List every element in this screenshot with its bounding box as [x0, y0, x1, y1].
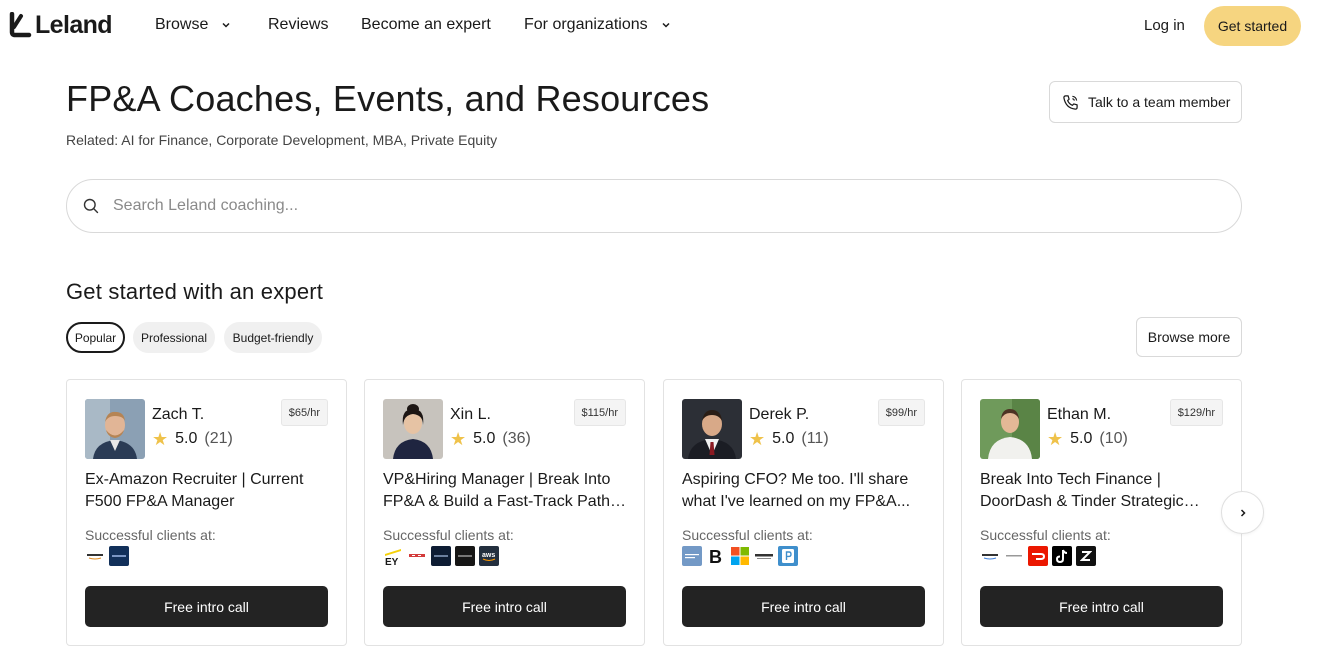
tiktok-logo [1052, 546, 1072, 566]
nav-become-expert-label: Become an expert [361, 16, 491, 33]
search-bar[interactable] [66, 179, 1242, 233]
client-logos: B [682, 546, 798, 566]
client-logos [85, 546, 129, 566]
page-title: FP&A Coaches, Events, and Resources [66, 78, 710, 119]
z-logo [1076, 546, 1096, 566]
chevron-down-icon [662, 22, 670, 28]
client-logos [980, 546, 1096, 566]
search-icon [83, 198, 99, 214]
rating: ★ 5.0 (36) [450, 430, 531, 448]
related-topics: Related: AI for Finance, Corporate Devel… [66, 132, 498, 148]
clients-label: Successful clients at: [682, 527, 813, 543]
expert-name[interactable]: Derek P. [749, 406, 809, 424]
microsoft-logo [730, 546, 750, 566]
chip-popular[interactable]: Popular [66, 322, 125, 353]
talk-to-team-label: Talk to a team member [1088, 94, 1231, 110]
nav-browse[interactable]: Browse [155, 16, 231, 34]
free-intro-call-button[interactable]: Free intro call [980, 586, 1223, 627]
rating-value: 5.0 [175, 430, 198, 447]
nav-for-organizations[interactable]: For organizations [524, 16, 671, 34]
phone-icon [1063, 94, 1078, 110]
chip-budget-friendly[interactable]: Budget-friendly [224, 322, 322, 353]
expert-name[interactable]: Ethan M. [1047, 406, 1111, 424]
carousel-next-button[interactable] [1221, 491, 1264, 534]
rating-value: 5.0 [1070, 430, 1093, 447]
chevron-down-icon [222, 22, 230, 28]
get-started-button[interactable]: Get started [1204, 6, 1301, 46]
star-icon: ★ [152, 429, 169, 449]
aws-logo: aws [479, 546, 499, 566]
doordash-logo [1028, 546, 1048, 566]
browse-more-button[interactable]: Browse more [1136, 317, 1242, 357]
zions-logo [754, 546, 774, 566]
rating: ★ 5.0 (21) [152, 430, 233, 448]
expert-headline: Aspiring CFO? Me too. I'll share what I'… [682, 471, 911, 510]
grey-company-logo [1004, 546, 1024, 566]
rating-value: 5.0 [473, 430, 496, 447]
navy-company-logo [109, 546, 129, 566]
chip-professional[interactable]: Professional [133, 322, 215, 353]
nav-for-organizations-label: For organizations [524, 16, 648, 33]
free-intro-call-button[interactable]: Free intro call [383, 586, 626, 627]
login-link[interactable]: Log in [1144, 17, 1185, 34]
client-logos: EY aws [383, 546, 499, 566]
avatar [85, 399, 145, 459]
svg-text:aws: aws [482, 552, 495, 559]
avatar [980, 399, 1040, 459]
svg-text:EY: EY [385, 557, 399, 566]
leland-logo[interactable]: Leland [8, 11, 113, 39]
amazon-logo [980, 546, 1000, 566]
expert-card[interactable]: Derek P. ★ 5.0 (11) $99/hr Aspiring CFO?… [663, 379, 944, 646]
b-logo: B [706, 546, 726, 566]
svg-text:B: B [709, 547, 722, 566]
star-icon: ★ [749, 429, 766, 449]
ey-logo: EY [383, 546, 403, 566]
top-nav: Leland Browse Reviews Become an expert F… [0, 0, 1320, 52]
expert-card[interactable]: Zach T. ★ 5.0 (21) $65/hr Ex-Amazon Recr… [66, 379, 347, 646]
dark-company-logo [455, 546, 475, 566]
rating: ★ 5.0 (10) [1047, 430, 1128, 448]
price-badge: $65/hr [280, 399, 328, 426]
review-count: (36) [502, 430, 531, 447]
red-company-logo [407, 546, 427, 566]
price-badge: $129/hr [1169, 399, 1223, 426]
amazon-logo [85, 546, 105, 566]
rating: ★ 5.0 (11) [749, 430, 829, 448]
expert-headline: Break Into Tech Finance | DoorDash & Tin… [980, 471, 1184, 510]
nav-reviews-label: Reviews [268, 16, 329, 33]
star-icon: ★ [450, 429, 467, 449]
expert-name[interactable]: Zach T. [152, 406, 204, 424]
clients-label: Successful clients at: [85, 527, 216, 543]
navy-company-logo [431, 546, 451, 566]
nav-reviews[interactable]: Reviews [268, 16, 328, 34]
expert-card[interactable]: Ethan M. ★ 5.0 (10) $129/hr Break Into T… [961, 379, 1242, 646]
expert-card[interactable]: Xin L. ★ 5.0 (36) $115/hr VP&Hiring Mana… [364, 379, 645, 646]
search-input[interactable] [113, 197, 1213, 215]
review-count: (10) [1099, 430, 1128, 447]
free-intro-call-button[interactable]: Free intro call [85, 586, 328, 627]
p-logo [778, 546, 798, 566]
expert-headline: Ex-Amazon Recruiter | Current F500 FP&A … [85, 471, 304, 510]
star-icon: ★ [1047, 429, 1064, 449]
expert-headline: VP&Hiring Manager | Break Into FP&A & Bu… [383, 471, 611, 510]
logo-text: Leland [35, 11, 113, 39]
avatar [682, 399, 742, 459]
rating-value: 5.0 [772, 430, 795, 447]
review-count: (11) [801, 430, 829, 447]
review-count: (21) [204, 430, 233, 447]
talk-to-team-button[interactable]: Talk to a team member [1049, 81, 1242, 123]
price-badge: $99/hr [877, 399, 925, 426]
clients-label: Successful clients at: [383, 527, 514, 543]
chevron-right-icon [1240, 508, 1246, 517]
nav-become-expert[interactable]: Become an expert [361, 16, 491, 34]
price-badge: $115/hr [573, 399, 626, 426]
free-intro-call-button[interactable]: Free intro call [682, 586, 925, 627]
avatar [383, 399, 443, 459]
goldman-sachs-logo [682, 546, 702, 566]
leland-logo-icon [9, 12, 32, 38]
nav-browse-label: Browse [155, 16, 209, 33]
section-title: Get started with an expert [66, 279, 324, 304]
clients-label: Successful clients at: [980, 527, 1111, 543]
expert-name[interactable]: Xin L. [450, 406, 491, 424]
